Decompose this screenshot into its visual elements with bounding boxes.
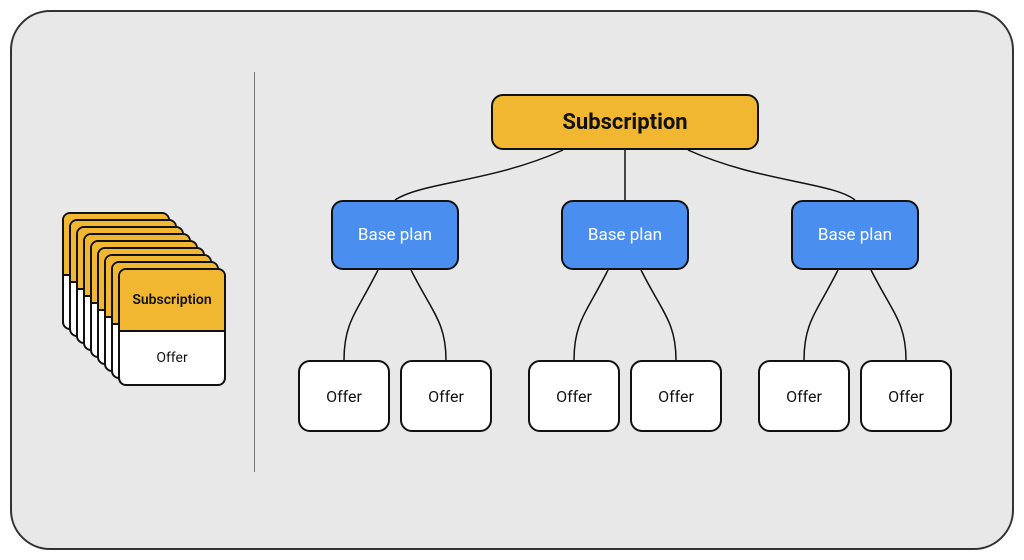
offer-label: Offer (658, 387, 694, 406)
base-plan-label: Base plan (588, 225, 662, 245)
offer-label: Offer (326, 387, 362, 406)
diagram-canvas: Subscription Offer Subscription Ba (0, 0, 1024, 560)
offer-box: Offer (400, 360, 492, 432)
offer-label: Offer (786, 387, 822, 406)
stack-card-top-label: Subscription (120, 270, 224, 332)
offer-box: Offer (860, 360, 952, 432)
offer-label: Offer (888, 387, 924, 406)
subscription-root-label: Subscription (562, 110, 687, 135)
offer-box: Offer (528, 360, 620, 432)
base-plan-box: Base plan (791, 200, 919, 270)
diagram-panel: Subscription Offer Subscription Ba (10, 10, 1014, 550)
offer-label: Offer (428, 387, 464, 406)
divider-line (254, 72, 255, 472)
offer-box: Offer (298, 360, 390, 432)
offer-label: Offer (556, 387, 592, 406)
base-plan-label: Base plan (818, 225, 892, 245)
stack-card: Subscription Offer (118, 268, 226, 386)
offer-box: Offer (758, 360, 850, 432)
stack-card-bottom-label: Offer (120, 332, 224, 384)
base-plan-box: Base plan (561, 200, 689, 270)
base-plan-box: Base plan (331, 200, 459, 270)
offer-box: Offer (630, 360, 722, 432)
subscription-root-box: Subscription (491, 94, 759, 150)
base-plan-label: Base plan (358, 225, 432, 245)
stack-container: Subscription Offer (62, 212, 222, 392)
